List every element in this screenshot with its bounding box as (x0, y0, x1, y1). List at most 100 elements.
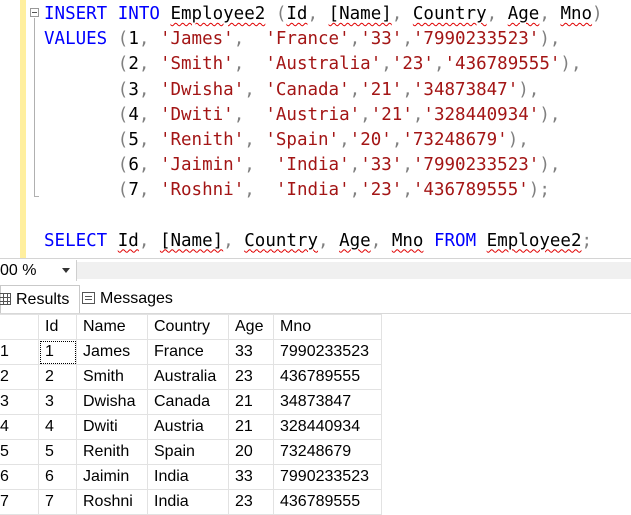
table-cell[interactable]: 21 (228, 414, 274, 440)
table-cell[interactable]: 436789555 (273, 364, 382, 390)
table-cell[interactable]: India (147, 489, 229, 515)
row-number[interactable]: 2 (0, 364, 39, 390)
code-token: , (349, 29, 361, 50)
column-header-country[interactable]: Country (147, 314, 229, 340)
table-row[interactable]: 7 7 Roshni India 23 436789555 (0, 489, 382, 515)
table-cell[interactable]: 4 (38, 414, 77, 440)
table-cell[interactable]: 3 (38, 389, 77, 415)
tab-results[interactable]: Results (0, 285, 80, 313)
code-token: 3 (128, 79, 139, 100)
column-header-id[interactable]: Id (38, 314, 77, 340)
table-cell[interactable]: 6 (38, 464, 77, 490)
table-cell[interactable]: 328440934 (273, 414, 382, 440)
code-token: , (138, 180, 150, 201)
code-token: , (486, 4, 498, 24)
row-number[interactable]: 4 (0, 414, 39, 440)
code-token: , (138, 155, 150, 176)
code-line[interactable]: (2, 'Smith', 'Australia','23','436789555… (44, 52, 603, 77)
result-tabs: Results Messages (0, 283, 631, 314)
row-number[interactable]: 5 (0, 439, 39, 465)
row-number[interactable]: 7 (0, 489, 39, 515)
table-cell[interactable]: 7990233523 (273, 464, 382, 490)
collapse-region-icon[interactable] (30, 8, 39, 17)
column-header-mno[interactable]: Mno (273, 314, 382, 340)
column-header-name[interactable]: Name (76, 314, 148, 340)
column-header-age[interactable]: Age (228, 314, 274, 340)
code-line[interactable]: (6, 'Jaimin', 'India','33','7990233523')… (44, 153, 603, 178)
zoom-dropdown[interactable]: 00 % (0, 260, 77, 281)
table-cell[interactable]: Smith (76, 364, 148, 390)
code-line[interactable]: (5, 'Renith', 'Spain','20','73248679'), (44, 128, 603, 153)
table-row[interactable]: 6 6 Jaimin India 33 7990233523 (0, 464, 382, 490)
tab-messages[interactable]: Messages (82, 285, 192, 312)
code-token: , (138, 230, 150, 251)
code-token: ), (539, 155, 561, 176)
table-cell[interactable]: Renith (76, 439, 148, 465)
row-number[interactable]: 1 (0, 339, 39, 365)
code-token: , (339, 129, 350, 150)
table-row[interactable]: 5 5 Renith Spain 20 73248679 (0, 439, 382, 465)
code-token: 'Dwiti' (159, 104, 234, 125)
table-cell[interactable]: Austria (147, 414, 229, 440)
table-cell[interactable]: Roshni (76, 489, 148, 515)
code-line[interactable]: VALUES (1, 'James', 'France','33','79902… (44, 27, 603, 52)
code-token: INTO (117, 4, 160, 24)
code-token: Employee2 (486, 230, 582, 251)
table-cell[interactable]: 7990233523 (273, 339, 382, 365)
table-row[interactable]: 1 1 James France 33 7990233523 (0, 339, 382, 365)
fold-guide-end (34, 196, 39, 197)
row-number[interactable]: 3 (0, 389, 39, 415)
code-line[interactable]: (4, 'Dwiti', 'Austria','21','328440934')… (44, 103, 603, 128)
code-token: 'Austria' (265, 104, 361, 125)
code-token: ( (117, 29, 129, 50)
table-cell[interactable]: India (147, 464, 229, 490)
row-number-header[interactable] (0, 314, 39, 340)
table-row[interactable]: 2 2 Smith Australia 23 436789555 (0, 364, 382, 390)
table-cell[interactable]: Jaimin (76, 464, 148, 490)
table-cell[interactable]: 2 (38, 364, 77, 390)
table-cell[interactable]: 436789555 (273, 489, 382, 515)
table-cell[interactable]: Australia (147, 364, 229, 390)
code-token: ) (592, 4, 603, 24)
query-editor[interactable]: INSERT INTO Employee2 (Id, [Name], Count… (0, 0, 631, 258)
table-cell[interactable]: 23 (228, 489, 274, 515)
messages-icon (82, 292, 95, 304)
table-cell[interactable]: 1 (38, 339, 77, 365)
table-cell[interactable]: Dwisha (76, 389, 148, 415)
code-token: Age (507, 4, 540, 24)
table-cell[interactable]: Dwiti (76, 414, 148, 440)
results-grid[interactable]: Id Name Country Age Mno 1 1 James France 33 7… (0, 314, 631, 515)
table-cell[interactable]: 34873847 (273, 389, 382, 415)
code-line[interactable]: (3, 'Dwisha', 'Canada','21','34873847'), (44, 78, 603, 103)
table-cell[interactable]: Canada (147, 389, 229, 415)
table-cell[interactable]: 7 (38, 489, 77, 515)
sql-code[interactable]: INSERT INTO Employee2 (Id, [Name], Count… (44, 2, 603, 254)
row-number[interactable]: 6 (0, 464, 39, 490)
code-token: , (370, 230, 382, 251)
table-cell[interactable]: 21 (228, 389, 274, 415)
code-line[interactable] (44, 204, 603, 229)
code-token: , (138, 29, 150, 50)
code-token: ; (581, 230, 593, 251)
code-line[interactable]: INSERT INTO Employee2 (Id, [Name], Count… (44, 2, 603, 27)
table-cell[interactable]: 73248679 (273, 439, 382, 465)
table-cell[interactable]: 20 (228, 439, 274, 465)
table-cell[interactable]: France (147, 339, 229, 365)
horizontal-scrollbar[interactable] (77, 262, 631, 279)
table-cell[interactable]: 23 (228, 364, 274, 390)
code-line[interactable]: SELECT Id, [Name], Country, Age, Mno FRO… (44, 229, 603, 254)
table-cell[interactable]: James (76, 339, 148, 365)
code-token: , (402, 155, 413, 176)
table-row[interactable]: 3 3 Dwisha Canada 21 34873847 (0, 389, 382, 415)
table-row[interactable]: 4 4 Dwiti Austria 21 328440934 (0, 414, 382, 440)
code-line[interactable]: (7, 'Roshni', 'India','23','436789555'); (44, 178, 603, 203)
table-cell[interactable]: 33 (228, 464, 274, 490)
table-cell[interactable]: Spain (147, 439, 229, 465)
table-cell[interactable]: 33 (228, 339, 274, 365)
table-cell[interactable]: 5 (38, 439, 77, 465)
results-table: Id Name Country Age Mno 1 1 James France 33 7… (0, 314, 382, 515)
